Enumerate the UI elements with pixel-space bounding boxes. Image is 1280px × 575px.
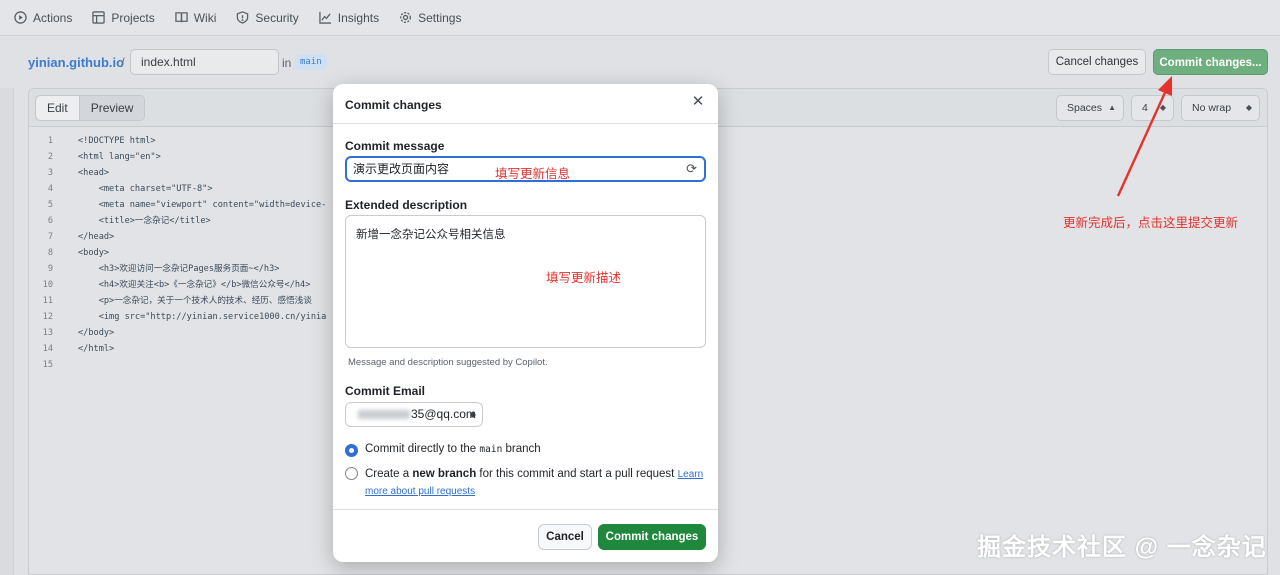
nav-label: Security	[255, 10, 299, 25]
email-value: 35@qq.com	[411, 407, 476, 421]
nav-item-settings[interactable]: Settings	[399, 11, 461, 25]
radio-new-suffix: for this commit and start a pull request	[479, 468, 675, 480]
line-number: 4	[47, 184, 53, 194]
refresh-icon[interactable]: ⟳	[686, 158, 697, 180]
extended-description-label: Extended description	[345, 198, 468, 212]
commit-message-value: 演示更改页面内容	[353, 162, 450, 176]
radio-commit-direct[interactable]: Commit directly to the main branch	[345, 443, 541, 457]
watermark: 掘金技术社区 @ 一念杂记	[977, 534, 1267, 561]
email-blur	[358, 410, 410, 420]
dialog-header: Commit changes ✕	[333, 84, 718, 124]
line-content: <head>	[78, 168, 110, 178]
line-content: <meta charset="UTF-8">	[78, 184, 213, 194]
line-number: 12	[42, 312, 53, 322]
learn-more-link-cont[interactable]: more about pull requests	[365, 486, 475, 497]
nav-label: Projects	[111, 10, 155, 25]
radio-new-text: Create a new branch for this commit and …	[365, 466, 703, 500]
filename-input[interactable]: index.html	[130, 49, 279, 75]
line-content: <img src="http://yinian.service1000.cn/y…	[78, 312, 327, 322]
line-number: 5	[47, 200, 53, 210]
line-number: 10	[42, 280, 53, 290]
in-label: in	[282, 56, 292, 70]
dialog-title: Commit changes	[345, 98, 442, 112]
nav-item-security[interactable]: Security	[236, 10, 299, 25]
nav-label: Settings	[418, 10, 462, 25]
radio-checked-icon[interactable]	[345, 444, 358, 457]
message-annotation: 填写更新信息	[495, 167, 571, 181]
nav-item-projects[interactable]: Projects	[92, 10, 155, 25]
description-value: 新增一念杂记公众号相关信息	[356, 229, 506, 241]
table-icon	[92, 11, 106, 24]
commit-message-label: Commit message	[345, 139, 445, 153]
radio-direct-branch: main	[479, 444, 503, 455]
line-number: 1	[47, 136, 53, 146]
radio-direct-text: Commit directly to the main branch	[365, 443, 541, 455]
tab-preview[interactable]: Preview	[80, 96, 145, 120]
repo-link[interactable]: yinian.github.io	[28, 55, 124, 70]
commit-email-label: Commit Email	[345, 384, 426, 398]
wrap-mode-value: No wrap	[1192, 102, 1232, 114]
graph-icon	[319, 11, 331, 24]
line-content: <body>	[78, 248, 110, 258]
repo-nav: Actions Projects Wiki Security Insights …	[0, 0, 1280, 36]
commit-button[interactable]: Commit changes	[598, 524, 706, 550]
radio-unchecked-icon[interactable]	[345, 467, 358, 480]
radio-direct-prefix: Commit directly to the	[365, 443, 477, 455]
line-number: 7	[47, 232, 53, 242]
line-number: 13	[42, 328, 53, 338]
commit-email-select[interactable]: 35@qq.com ◆	[345, 402, 483, 427]
chevron-updown-icon: ◆	[469, 410, 476, 419]
radio-direct-suffix: branch	[505, 443, 541, 455]
shield-icon	[237, 11, 249, 24]
nav-label: Actions	[33, 10, 73, 25]
chevron-updown-icon: ◆	[1245, 103, 1252, 112]
gear-icon	[400, 12, 412, 23]
line-content: </html>	[78, 344, 115, 354]
play-circle-icon	[14, 11, 27, 24]
extended-description-textarea[interactable]: 新增一念杂记公众号相关信息	[345, 215, 706, 348]
line-content: <title>一念杂记</title>	[78, 216, 211, 226]
line-content: <meta name="viewport" content="width=dev…	[78, 200, 327, 210]
path-separator: /	[121, 55, 125, 70]
line-number: 9	[47, 264, 53, 274]
line-number: 14	[42, 344, 53, 354]
left-panel-edge	[0, 88, 14, 575]
nav-item-wiki[interactable]: Wiki	[174, 10, 217, 25]
line-content: </body>	[78, 328, 115, 338]
line-number: 8	[47, 248, 53, 258]
radio-new-branch[interactable]: Create a new branch for this commit and …	[345, 466, 705, 500]
dialog-footer: Cancel Commit changes	[333, 509, 718, 562]
nav-label: Insights	[337, 10, 380, 25]
annotation-text: 更新完成后，点击这里提交更新	[1063, 216, 1239, 230]
annotation-arrow-icon	[1116, 76, 1172, 197]
line-number: 6	[47, 216, 53, 226]
nav-item-actions[interactable]: Actions	[14, 11, 72, 25]
close-icon[interactable]: ✕	[690, 94, 706, 110]
tab-edit[interactable]: Edit	[36, 96, 80, 120]
learn-more-link[interactable]: Learn	[678, 469, 704, 480]
copilot-hint: Message and description suggested by Cop…	[348, 357, 548, 368]
nav-label: Wiki	[193, 10, 217, 25]
line-content: <h4>欢迎关注<b>《一念杂记》</b>微信公众号</h4>	[78, 280, 311, 290]
cancel-button[interactable]: Cancel	[538, 524, 592, 550]
book-icon	[174, 12, 188, 23]
radio-new-bold: new branch	[412, 468, 477, 480]
radio-new-prefix: Create a	[365, 468, 410, 480]
indent-mode-value: Spaces	[1067, 102, 1103, 114]
line-number: 3	[47, 168, 53, 178]
wrap-mode-select[interactable]: No wrap ◆	[1181, 95, 1260, 121]
line-number: 2	[47, 152, 53, 162]
commit-dialog: Commit changes ✕ Commit message 演示更改页面内容…	[333, 84, 718, 562]
line-content: <html lang="en">	[78, 152, 161, 162]
description-annotation: 填写更新描述	[546, 271, 622, 285]
editor-tabs: Edit Preview	[35, 95, 146, 121]
line-number: 11	[42, 296, 53, 306]
branch-badge: main	[295, 54, 327, 70]
line-content: <!DOCTYPE html>	[78, 136, 156, 146]
line-content: <h3>欢迎访问一念杂记Pages服务页面~</h3>	[78, 264, 280, 274]
nav-item-insights[interactable]: Insights	[319, 11, 379, 25]
line-content: <p>一念杂记，关于一个技术人的技术、经历、感悟浅谈	[78, 296, 312, 306]
line-number: 15	[42, 360, 53, 370]
line-content: </head>	[78, 232, 115, 242]
